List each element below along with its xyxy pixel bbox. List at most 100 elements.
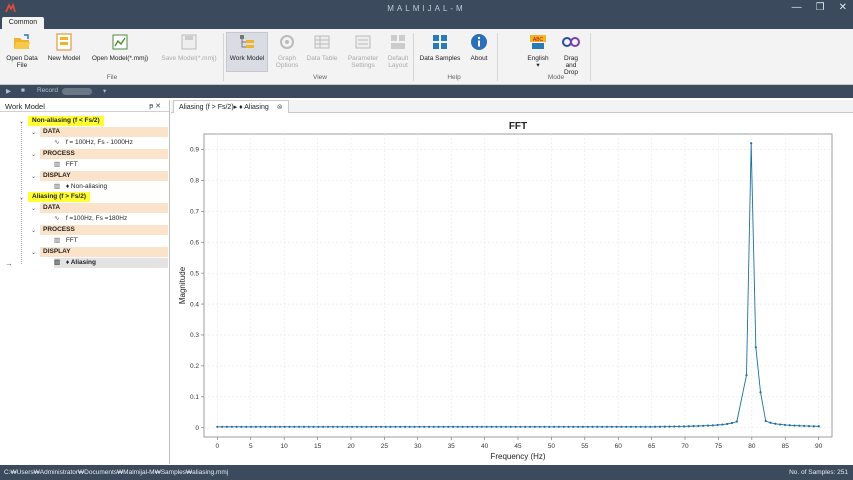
- tree-leaf-process[interactable]: ▥ FFT: [54, 236, 78, 246]
- fft-data-point: [812, 425, 815, 428]
- tree-line: [21, 198, 22, 264]
- fft-data-point: [788, 424, 791, 427]
- y-tick-label: 0.2: [190, 363, 199, 370]
- fft-data-point: [350, 425, 354, 428]
- open-data-file-button[interactable]: Open Data File: [2, 33, 42, 69]
- close-tab-icon[interactable]: ⊗: [277, 104, 283, 111]
- fft-data-point: [625, 425, 628, 428]
- open-model-button[interactable]: Open Model(*.mmj): [87, 33, 153, 62]
- fft-data-point: [225, 425, 229, 428]
- fft-data-point: [259, 425, 262, 428]
- y-tick-label: 0.8: [190, 178, 199, 185]
- fft-data-point: [302, 425, 306, 428]
- fft-data-point: [803, 424, 806, 428]
- x-tick-label: 15: [314, 443, 322, 450]
- fft-data-point: [769, 421, 772, 424]
- graph-options-button[interactable]: Graph Options: [272, 33, 302, 69]
- tree-stage-data[interactable]: DATA: [40, 127, 168, 137]
- tree-leaf-display[interactable]: ▥ ♦ Non-aliasing: [54, 182, 107, 192]
- fft-data-point: [403, 425, 407, 428]
- collapse-icon[interactable]: ⌄: [31, 173, 36, 180]
- record-menu-icon[interactable]: ▾: [103, 87, 106, 95]
- fft-data-point: [437, 425, 440, 428]
- tab-aliasing[interactable]: Aliasing (f > Fs/2)▸ ♦ Aliasing ⊗: [173, 100, 289, 113]
- work-model-pane: Work Model ᵽ ✕ ⌄ Non-aliasing (f < Fs/2)…: [0, 100, 170, 464]
- fft-data-point: [394, 425, 397, 428]
- fft-data-point: [240, 425, 243, 428]
- chart-icon: ▥: [54, 237, 61, 244]
- pin-close-icon[interactable]: ᵽ ✕: [149, 102, 161, 110]
- tree-leaf-process[interactable]: ▥ FFT: [54, 160, 78, 170]
- fft-data-point: [326, 425, 330, 428]
- open-model-icon: [112, 34, 128, 50]
- collapse-icon[interactable]: ⌄: [31, 205, 36, 212]
- fft-data-point: [365, 425, 368, 428]
- collapse-icon[interactable]: ⌄: [31, 151, 36, 158]
- fft-data-point: [427, 425, 431, 428]
- tab-common[interactable]: Common: [2, 17, 44, 29]
- play-icon[interactable]: ▶: [6, 87, 11, 95]
- group-label-help: Help: [447, 74, 461, 81]
- tree-stage-process[interactable]: PROCESS: [40, 225, 168, 235]
- fft-data-point: [447, 425, 450, 428]
- folder-open-icon: [14, 34, 30, 49]
- tree-model-non-aliasing[interactable]: Non-aliasing (f < Fs/2): [28, 116, 104, 126]
- work-model-title: Work Model: [5, 102, 45, 111]
- fft-data-point: [668, 425, 671, 428]
- tree-leaf-data[interactable]: ∿ f = 100Hz, Fs - 1000Hz: [54, 138, 133, 148]
- group-label-mode: Mode: [547, 74, 565, 81]
- x-tick-label: 65: [648, 443, 656, 450]
- stop-icon[interactable]: ■: [21, 87, 25, 94]
- collapse-icon[interactable]: ⌄: [19, 118, 24, 125]
- fft-data-point: [759, 391, 762, 394]
- fft-data-point: [490, 425, 493, 428]
- fft-data-point: [673, 425, 676, 428]
- group-separator: [413, 33, 414, 81]
- save-model-button[interactable]: Save Model(*.mmj): [156, 33, 222, 62]
- data-table-button[interactable]: Data Table: [305, 33, 339, 62]
- default-layout-button[interactable]: Default Layout: [386, 33, 410, 69]
- parameter-settings-button[interactable]: Parameter Settings: [343, 33, 383, 69]
- new-model-button[interactable]: New Model: [44, 33, 84, 62]
- fft-data-point: [577, 425, 580, 428]
- fft-data-point: [533, 425, 536, 428]
- y-tick-label: 0.5: [190, 270, 199, 277]
- about-button[interactable]: About: [466, 33, 492, 62]
- collapse-icon[interactable]: ⌄: [19, 194, 24, 201]
- x-tick-label: 45: [514, 443, 522, 450]
- x-tick-label: 40: [481, 443, 489, 450]
- tree-line: [21, 122, 22, 194]
- group-label-view: View: [313, 74, 327, 81]
- work-model-header: Work Model ᵽ ✕: [0, 100, 169, 112]
- record-toggle[interactable]: [62, 88, 92, 95]
- fft-data-point: [682, 425, 686, 428]
- collapse-icon[interactable]: ⌄: [31, 249, 36, 256]
- fft-chart[interactable]: 0 5 10 15 20 25 30 35 40 45 50 55 60 65 70 75 80 85 90 0 0.1…: [174, 114, 849, 464]
- drag-drop-button[interactable]: Drag and Drop: [556, 33, 586, 76]
- tree-leaf-display-selected[interactable]: ▥ ♦ Aliasing: [54, 258, 168, 268]
- tree-stage-data[interactable]: DATA: [40, 203, 168, 213]
- fft-data-point: [399, 425, 402, 428]
- language-select[interactable]: ABC English ▾: [524, 33, 552, 69]
- tree-model-aliasing[interactable]: Aliasing (f > Fs/2): [28, 192, 90, 202]
- maximize-button[interactable]: ❐: [816, 2, 825, 13]
- fft-data-point: [249, 425, 253, 428]
- tree-stage-process[interactable]: PROCESS: [40, 149, 168, 159]
- fft-data-point: [706, 424, 710, 427]
- tree-stage-display[interactable]: DISPLAY: [40, 171, 168, 181]
- fft-data-point: [500, 425, 503, 428]
- minimize-button[interactable]: —: [792, 2, 802, 13]
- collapse-icon[interactable]: ⌄: [31, 129, 36, 136]
- close-button[interactable]: ✕: [839, 2, 847, 13]
- tree-stage-display[interactable]: DISPLAY: [40, 247, 168, 257]
- fft-data-point: [711, 424, 714, 427]
- document-tab-strip: Aliasing (f > Fs/2)▸ ♦ Aliasing ⊗: [171, 100, 853, 113]
- collapse-icon[interactable]: ⌄: [31, 227, 36, 234]
- fft-data-point: [678, 425, 681, 428]
- fft-data-point: [596, 425, 599, 428]
- tree-leaf-data[interactable]: ∿ f =100Hz, Fs =180Hz: [54, 214, 127, 224]
- data-samples-button[interactable]: Data Samples: [416, 33, 464, 62]
- chart-icon: ▥: [54, 259, 61, 266]
- work-model-button[interactable]: Work Model: [226, 32, 268, 72]
- fft-data-point: [543, 425, 546, 428]
